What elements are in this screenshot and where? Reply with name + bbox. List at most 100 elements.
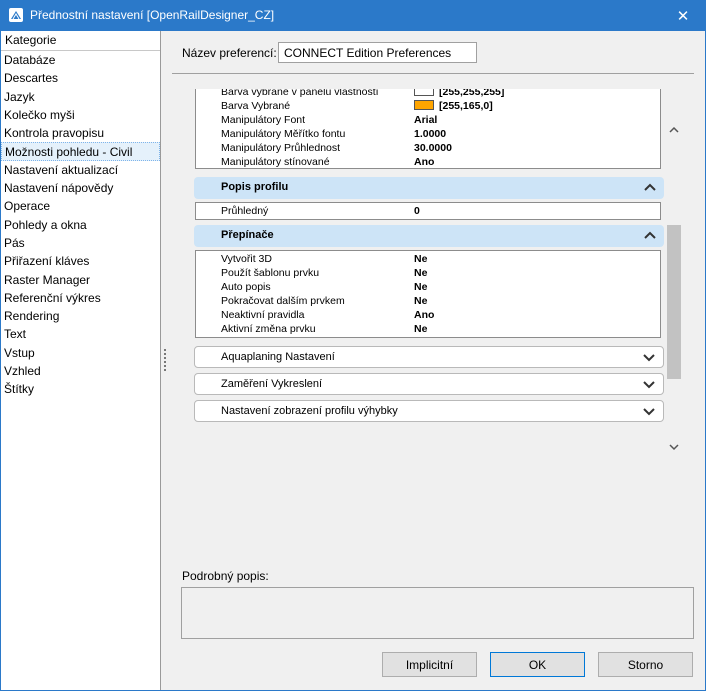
- property-row[interactable]: Manipulátory Měřítko fontu 1.0000: [196, 128, 660, 142]
- property-value: 1.0000: [414, 128, 447, 140]
- section-title: Zaměření Vykreslení: [221, 378, 323, 390]
- property-row[interactable]: Manipulátory Font Arial: [196, 114, 660, 128]
- category-header: Kategorie: [1, 31, 160, 51]
- property-value: Ne: [414, 267, 428, 279]
- view-properties-group: Barva vybrané v panelu vlastností [255,2…: [195, 89, 661, 169]
- section-zamereni[interactable]: Zaměření Vykreslení: [194, 373, 664, 395]
- section-aquaplaning[interactable]: Aquaplaning Nastavení: [194, 346, 664, 368]
- section-title: Aquaplaning Nastavení: [221, 351, 335, 363]
- close-button[interactable]: ✕: [660, 0, 706, 31]
- property-key: Aktivní změna prvku: [221, 323, 316, 335]
- chevron-down-icon: [643, 408, 655, 416]
- prepinace-group: Vytvořit 3D Ne Použít šablonu prvku Ne A…: [195, 250, 661, 338]
- category-item[interactable]: Štítky: [1, 380, 160, 398]
- scroll-up-icon[interactable]: [666, 125, 682, 135]
- category-item[interactable]: Text: [1, 325, 160, 343]
- category-item[interactable]: Vzhled: [1, 362, 160, 380]
- preference-name-label: Název preferencí:: [182, 46, 277, 60]
- property-value: Ne: [414, 323, 428, 335]
- property-key: Vytvořit 3D: [221, 253, 272, 265]
- property-key: Manipulátory Měřítko fontu: [221, 128, 346, 140]
- property-row[interactable]: Aktivní změna prvku Ne: [196, 323, 660, 337]
- category-item[interactable]: Kontrola pravopisu: [1, 124, 160, 142]
- property-value: Ano: [414, 309, 435, 321]
- chevron-up-icon: [644, 231, 656, 239]
- category-list: Databáze Descartes Jazyk Kolečko myši Ko…: [1, 51, 160, 399]
- chevron-down-icon: [643, 381, 655, 389]
- property-row[interactable]: Auto popis Ne: [196, 281, 660, 295]
- property-key: Manipulátory Průhlednost: [221, 142, 341, 154]
- close-icon: ✕: [676, 7, 690, 25]
- category-item[interactable]: Rendering: [1, 307, 160, 325]
- window-title: Přednostní nastavení [OpenRailDesigner_C…: [30, 8, 275, 22]
- section-vyhybky[interactable]: Nastavení zobrazení profilu výhybky: [194, 400, 664, 422]
- property-key: Pokračovat dalším prvkem: [221, 295, 345, 307]
- title-bar: Přednostní nastavení [OpenRailDesigner_C…: [0, 0, 706, 31]
- ok-button[interactable]: OK: [490, 652, 585, 677]
- section-title: Nastavení zobrazení profilu výhybky: [221, 405, 398, 417]
- property-row[interactable]: Barva Vybrané [255,165,0]: [196, 100, 660, 114]
- popis-profilu-group: Průhledný 0: [195, 202, 661, 220]
- category-item[interactable]: Pohledy a okna: [1, 216, 160, 234]
- property-value: Ne: [414, 281, 428, 293]
- chevron-down-icon: [643, 354, 655, 362]
- property-value: 30.0000: [414, 142, 452, 154]
- section-title: Popis profilu: [221, 181, 289, 193]
- color-swatch: [414, 89, 434, 96]
- property-key: Barva vybrané v panelu vlastností: [221, 89, 379, 98]
- category-item[interactable]: Operace: [1, 197, 160, 215]
- description-label: Podrobný popis:: [182, 569, 269, 583]
- property-row[interactable]: Pokračovat dalším prvkem Ne: [196, 295, 660, 309]
- preference-name-field[interactable]: [278, 42, 477, 63]
- dialog-body: Kategorie Databáze Descartes Jazyk Koleč…: [0, 31, 706, 691]
- property-row[interactable]: Barva vybrané v panelu vlastností [255,2…: [196, 89, 660, 100]
- category-item[interactable]: Raster Manager: [1, 271, 160, 289]
- property-value: 0: [414, 205, 420, 217]
- app-icon: [9, 8, 23, 22]
- properties-panel: Barva vybrané v panelu vlastností [255,2…: [191, 89, 691, 461]
- category-item[interactable]: Vstup: [1, 344, 160, 362]
- category-item[interactable]: Descartes: [1, 69, 160, 87]
- category-item[interactable]: Nastavení aktualizací: [1, 161, 160, 179]
- divider: [172, 73, 694, 74]
- property-key: Manipulátory stínované: [221, 156, 330, 168]
- property-key: Barva Vybrané: [221, 100, 291, 112]
- property-value: [255,255,255]: [414, 89, 504, 98]
- scrollbar-thumb[interactable]: [667, 225, 681, 379]
- property-value: [255,165,0]: [414, 100, 493, 112]
- property-value: Ne: [414, 253, 428, 265]
- section-header-prepinace[interactable]: Přepínače: [194, 225, 664, 247]
- category-sidebar: Kategorie Databáze Descartes Jazyk Koleč…: [1, 31, 161, 690]
- category-item[interactable]: Přiřazení kláves: [1, 252, 160, 270]
- category-item-selected[interactable]: Možnosti pohledu - Civil: [1, 142, 160, 161]
- description-box: [181, 587, 694, 639]
- property-key: Neaktivní pravidla: [221, 309, 305, 321]
- scroll-down-icon[interactable]: [666, 442, 682, 452]
- cancel-button[interactable]: Storno: [598, 652, 693, 677]
- property-row[interactable]: Neaktivní pravidla Ano: [196, 309, 660, 323]
- properties-scrollbar[interactable]: [666, 119, 682, 459]
- property-row[interactable]: Manipulátory Průhlednost 30.0000: [196, 142, 660, 156]
- property-value: Arial: [414, 114, 438, 126]
- category-item[interactable]: Pás: [1, 234, 160, 252]
- property-key: Manipulátory Font: [221, 114, 306, 126]
- property-row[interactable]: Průhledný 0: [196, 205, 660, 219]
- property-key: Průhledný: [221, 205, 269, 217]
- splitter-grip[interactable]: [164, 349, 166, 375]
- category-item[interactable]: Databáze: [1, 51, 160, 69]
- property-row[interactable]: Vytvořit 3D Ne: [196, 253, 660, 267]
- color-swatch: [414, 100, 434, 110]
- default-button[interactable]: Implicitní: [382, 652, 477, 677]
- section-title: Přepínače: [221, 229, 274, 241]
- category-item[interactable]: Nastavení nápovědy: [1, 179, 160, 197]
- property-row[interactable]: Použít šablonu prvku Ne: [196, 267, 660, 281]
- category-item[interactable]: Kolečko myši: [1, 106, 160, 124]
- property-value: Ne: [414, 295, 428, 307]
- category-item[interactable]: Jazyk: [1, 88, 160, 106]
- section-header-popis-profilu[interactable]: Popis profilu: [194, 177, 664, 199]
- category-item[interactable]: Referenční výkres: [1, 289, 160, 307]
- property-row[interactable]: Manipulátory stínované Ano: [196, 156, 660, 170]
- property-key: Auto popis: [221, 281, 271, 293]
- chevron-up-icon: [644, 183, 656, 191]
- property-value: Ano: [414, 156, 435, 168]
